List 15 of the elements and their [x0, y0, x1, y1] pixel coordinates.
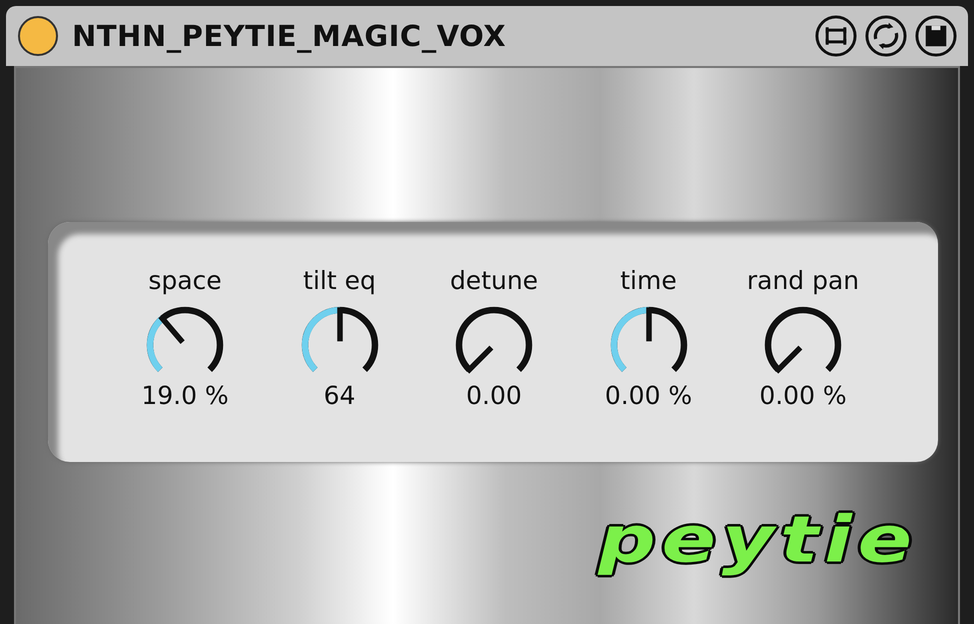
- device-toggle[interactable]: [18, 16, 58, 56]
- knob-value: 19.0 %: [141, 381, 229, 410]
- knob-label: detune: [450, 266, 538, 295]
- refresh-icon[interactable]: [864, 14, 908, 58]
- knob-value: 64: [324, 381, 356, 410]
- save-icon[interactable]: [914, 14, 958, 58]
- knob-label: time: [620, 266, 677, 295]
- knob-label: tilt eq: [303, 266, 376, 295]
- knob-value: 0.00 %: [604, 381, 692, 410]
- knob-value: 0.00 %: [759, 381, 847, 410]
- device-icon[interactable]: [814, 14, 858, 58]
- knob-label: rand pan: [746, 266, 860, 295]
- knob-label: space: [148, 266, 222, 295]
- knob-value: 0.00: [466, 381, 522, 410]
- window-title: NTHN_PEYTIE_MAGIC_VOX: [72, 19, 508, 53]
